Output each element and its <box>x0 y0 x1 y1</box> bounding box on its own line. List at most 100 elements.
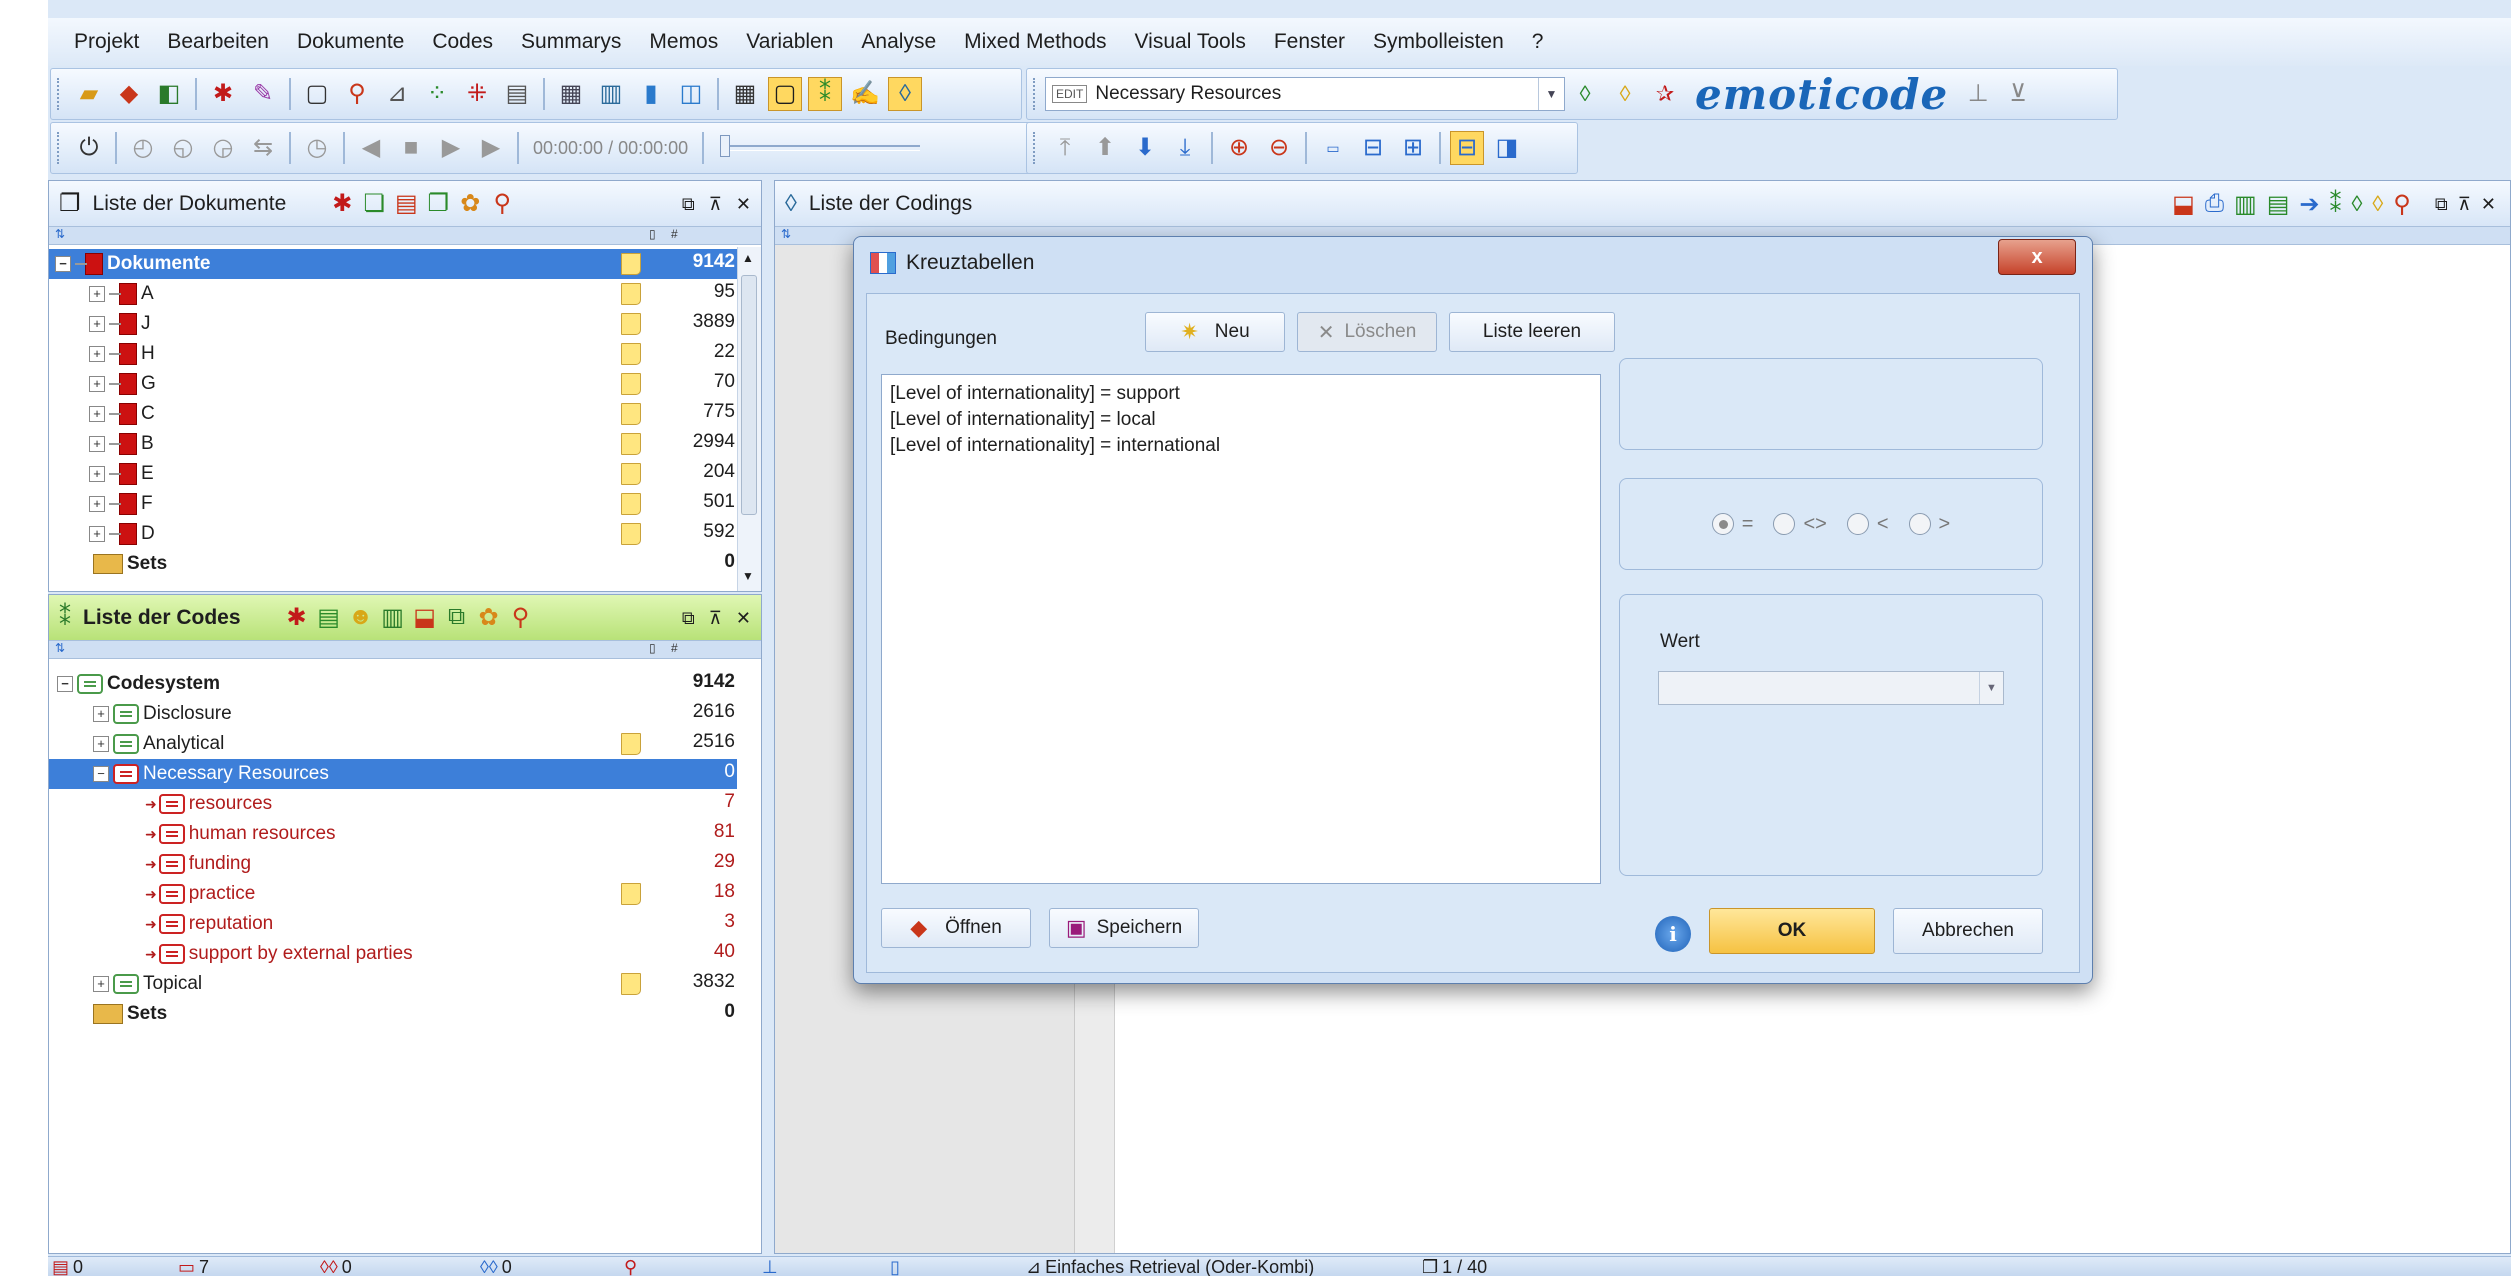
conditions-list[interactable]: [Level of internationality] = support [L… <box>881 374 1601 884</box>
memo-icon[interactable] <box>621 313 641 335</box>
expand-icon[interactable]: + <box>89 286 105 302</box>
scroll-down-icon[interactable]: ▼ <box>742 569 754 583</box>
new-condition-button[interactable]: ✷ Neu <box>1145 312 1285 352</box>
current-code-combo[interactable]: EDIT Necessary Resources ▼ <box>1045 77 1565 111</box>
expand-icon[interactable]: + <box>93 736 109 752</box>
timestamp-icon[interactable]: ◴ <box>126 131 160 165</box>
toggle-codings-icon[interactable]: ◊ <box>888 77 922 111</box>
value-select[interactable]: ▼ <box>1658 671 2004 705</box>
tree-item-code[interactable]: + Disclosure <box>93 699 232 729</box>
float-icon[interactable]: ⧉ <box>682 194 695 215</box>
cancel-button[interactable]: Abbrechen <box>1893 908 2043 954</box>
memo-icon[interactable] <box>621 463 641 485</box>
pin-icon[interactable]: ⊼ <box>709 194 722 215</box>
emoticode-logo[interactable]: emoticode <box>1695 70 1948 119</box>
expand-icon[interactable]: + <box>89 346 105 362</box>
code-in-color-icon[interactable]: ◊ <box>1608 77 1642 111</box>
code-icon[interactable]: ◊ <box>1568 77 1602 111</box>
export-icon[interactable]: ⬓ <box>2172 190 2195 219</box>
memo-icon[interactable] <box>621 493 641 515</box>
search-icon[interactable]: ⚲ <box>340 77 374 111</box>
menu-codes[interactable]: Codes <box>418 30 507 54</box>
expand-icon[interactable]: + <box>89 436 105 452</box>
menu-fenster[interactable]: Fenster <box>1260 30 1359 54</box>
menu-variablen[interactable]: Variablen <box>732 30 847 54</box>
tree-item-code[interactable]: + Topical <box>93 969 202 999</box>
clock-icon[interactable]: ◷ <box>300 131 334 165</box>
stop-icon[interactable]: ■ <box>394 131 428 165</box>
memo-icon[interactable] <box>621 883 641 905</box>
tree-item-document[interactable]: + A <box>89 279 154 309</box>
pen-icon[interactable]: ✎ <box>246 77 280 111</box>
tree-item-document[interactable]: + E <box>89 459 154 489</box>
menu-bearbeiten[interactable]: Bearbeiten <box>153 30 283 54</box>
menu-projekt[interactable]: Projekt <box>60 30 153 54</box>
export-icon[interactable]: ⬓ <box>409 603 441 632</box>
code-matrix-icon[interactable]: ⁘ <box>420 77 454 111</box>
memo-icon[interactable] <box>621 343 641 365</box>
condition-item[interactable]: [Level of internationality] = local <box>890 407 1592 433</box>
chart-icon[interactable]: ▮ <box>634 77 668 111</box>
color-icon[interactable]: ✿ <box>454 189 486 218</box>
memo-list-icon[interactable]: ▤ <box>2267 190 2290 219</box>
toggle-memos-icon[interactable]: ✍ <box>848 77 882 111</box>
code-tree-icon[interactable]: ⁑ <box>2330 190 2342 219</box>
toolbar-grip[interactable] <box>57 132 63 164</box>
emoticon-icon[interactable]: ☻ <box>345 603 377 632</box>
code-icon[interactable]: ◊ <box>2352 191 2363 217</box>
memo-icon[interactable] <box>621 733 641 755</box>
split-horizontal-icon[interactable]: ⊟ <box>1450 131 1484 165</box>
tree-item-sets[interactable]: Sets <box>93 999 167 1029</box>
operator-less-radio[interactable]: < <box>1846 513 1889 536</box>
float-icon[interactable]: ⧉ <box>682 608 695 629</box>
memo-icon[interactable] <box>621 433 641 455</box>
tree-item-document[interactable]: + G <box>89 369 156 399</box>
search-icon[interactable]: ⚲ <box>505 603 537 632</box>
memo-icon[interactable] <box>621 403 641 425</box>
search-icon[interactable]: ⚲ <box>486 189 518 218</box>
toolbar-grip[interactable] <box>57 78 63 110</box>
condition-item[interactable]: [Level of internationality] = support <box>890 381 1592 407</box>
count-column-icon[interactable]: # <box>671 227 678 241</box>
tree-item-subcode[interactable]: ➜ reputation <box>145 909 273 939</box>
fast-forward-icon[interactable]: ▶ <box>474 131 508 165</box>
tree-item-code-selected[interactable]: − Necessary Resources <box>49 759 737 789</box>
expand-icon[interactable]: + <box>89 466 105 482</box>
zoom-out-icon[interactable]: ⊖ <box>1262 131 1296 165</box>
menu-mixed-methods[interactable]: Mixed Methods <box>950 30 1120 54</box>
zoom-100-icon[interactable]: ▭ <box>1316 131 1350 165</box>
import-document-icon[interactable]: ▤ <box>390 189 422 218</box>
new-project-icon[interactable]: ▰ <box>72 77 106 111</box>
delete-condition-button[interactable]: ✕ Löschen <box>1297 312 1437 352</box>
tree-item-code[interactable]: + Analytical <box>93 729 224 759</box>
menu-dokumente[interactable]: Dokumente <box>283 30 418 54</box>
close-icon[interactable]: ✕ <box>736 608 751 629</box>
rewind-icon[interactable]: ◀ <box>354 131 388 165</box>
stats-icon[interactable]: ◫ <box>674 77 708 111</box>
memo-icon[interactable] <box>621 523 641 545</box>
play-icon[interactable]: ▶ <box>434 131 468 165</box>
toggle-browser-icon[interactable]: ▢ <box>768 77 802 111</box>
count-column-icon[interactable]: # <box>671 641 678 655</box>
media-slider[interactable] <box>720 135 921 157</box>
new-code-icon[interactable]: ▤ <box>313 603 345 632</box>
print-icon[interactable]: ⎙ <box>2205 190 2224 218</box>
tree-item-document[interactable]: + F <box>89 489 153 519</box>
operator-equal-radio[interactable]: = <box>1711 513 1753 536</box>
jump-icon[interactable]: ➔ <box>2299 190 2319 219</box>
tree-item-subcode[interactable]: ➜ resources <box>145 789 272 819</box>
timestamp-edit-icon[interactable]: ◵ <box>166 131 200 165</box>
chevron-down-icon[interactable]: ▼ <box>1538 78 1564 110</box>
import-icon[interactable]: ◧ <box>152 77 186 111</box>
close-icon[interactable]: ✕ <box>2481 194 2496 215</box>
documents-scrollbar[interactable]: ▲ ▼ <box>737 247 761 591</box>
ok-button[interactable]: OK <box>1709 908 1875 954</box>
up-arrow-icon[interactable]: ⬆ <box>1088 131 1122 165</box>
expand-icon[interactable]: + <box>93 976 109 992</box>
last-icon[interactable]: ⤓ <box>1168 131 1202 165</box>
memo-column-icon[interactable]: ▯ <box>649 227 656 241</box>
tree-item-document[interactable]: + C <box>89 399 155 429</box>
expand-icon[interactable]: + <box>89 376 105 392</box>
memo-icon[interactable] <box>621 253 641 275</box>
collapse-icon[interactable]: − <box>57 676 73 692</box>
